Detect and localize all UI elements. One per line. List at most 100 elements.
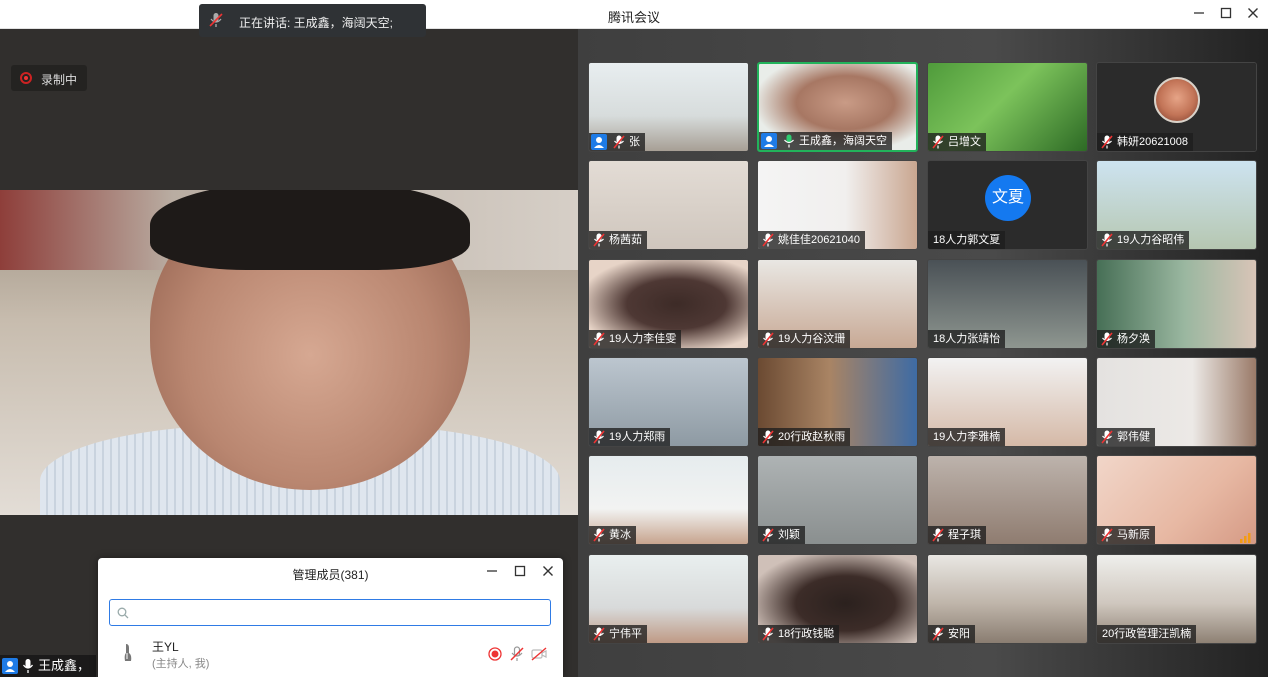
participant-tile[interactable]: 杨茜茹 [588,160,749,250]
record-icon [20,72,32,84]
mic-muted-icon [593,332,605,346]
participant-name: 18行政钱聪 [778,628,835,640]
member-name: 王YL [152,640,179,654]
participant-tile[interactable]: 张 [588,62,749,152]
participant-tile[interactable]: 19人力李雅楠 [927,357,1088,447]
participant-name: 杨夕涣 [1117,333,1150,345]
participant-tile[interactable]: 19人力李佳雯 [588,259,749,349]
participant-label: 18人力郭文夏 [928,231,1006,249]
participant-tile[interactable]: 王成鑫，海阔天空 [757,62,918,152]
member-role: (主持人, 我) [152,658,210,670]
participant-label: 黄冰 [589,526,636,544]
participant-tile[interactable]: 19人力郑雨 [588,357,749,447]
mic-muted-icon [1101,135,1113,149]
mic-muted-icon [593,627,605,641]
participant-label: 20行政赵秋雨 [758,428,851,446]
speaking-banner: 正在讲话: 王成鑫，海阔天空; [199,4,426,37]
mic-muted-icon [932,627,944,641]
main-nameplate: 王成鑫， [0,655,97,677]
participant-label: 19人力谷昭伟 [1097,231,1190,249]
maximize-icon [514,565,526,577]
participant-tile[interactable]: 18行政钱聪 [757,554,918,644]
title-bar: 腾讯会议 [0,0,1268,29]
close-icon [543,566,553,576]
panel-maximize-button[interactable] [510,562,530,582]
participant-label: 安阳 [928,625,975,643]
participant-tile[interactable]: 20行政赵秋雨 [757,357,918,447]
member-row[interactable]: 王YL (主持人, 我) [98,634,563,674]
participant-label: 韩妍20621008 [1097,133,1193,151]
mic-muted-icon [208,12,224,28]
participant-name: 安阳 [948,628,970,640]
participant-name: 郭伟健 [1117,431,1150,443]
participant-label: 18行政钱聪 [758,625,840,643]
participant-tile[interactable]: 文夏 18人力郭文夏 [927,160,1088,250]
close-icon [1248,8,1258,18]
participant-tile[interactable]: 韩妍20621008 [1096,62,1257,152]
speaking-text: 正在讲话: 王成鑫，海阔天空; [239,16,394,30]
minimize-icon [487,570,497,572]
participant-name: 杨茜茹 [609,234,642,246]
participant-name: 20行政管理汪凯楠 [1102,628,1192,640]
participant-tile[interactable]: 20行政管理汪凯楠 [1096,554,1257,644]
maximize-icon [1220,7,1232,19]
recording-indicator[interactable]: 录制中 [11,65,87,91]
camera-off-icon[interactable] [531,646,547,662]
participant-name: 吕增文 [948,136,981,148]
participant-tile[interactable]: 郭伟健 [1096,357,1257,447]
participant-gallery: 张 王成鑫，海阔天空 吕增文 韩妍20621008 杨茜茹 姚佳佳20621040 文夏 18… [578,29,1268,677]
mic-muted-icon [762,332,774,346]
video-hair [150,190,470,270]
main-video[interactable] [0,190,578,515]
member-search-input[interactable] [109,599,551,626]
participant-tile[interactable]: 姚佳佳20621040 [757,160,918,250]
participant-name: 19人力谷昭伟 [1117,234,1185,246]
participant-tile[interactable]: 黄冰 [588,455,749,545]
host-badge-icon [2,658,18,674]
mic-muted-icon [1101,528,1113,542]
participant-tile[interactable]: 程子琪 [927,455,1088,545]
participant-name: 姚佳佳20621040 [778,234,860,246]
search-icon [117,606,129,619]
mic-muted-icon [762,233,774,247]
participant-tile[interactable]: 18人力张靖怡 [927,259,1088,349]
panel-close-button[interactable] [538,562,558,582]
participant-label: 杨夕涣 [1097,330,1155,348]
signal-bars-icon [1240,530,1252,543]
participant-name: 刘颖 [778,529,800,541]
participant-name: 19人力李雅楠 [933,431,1001,443]
participant-name: 19人力谷汶珊 [778,333,846,345]
participant-label: 20行政管理汪凯楠 [1097,625,1197,643]
participant-name: 18人力郭文夏 [933,234,1001,246]
participant-tile[interactable]: 安阳 [927,554,1088,644]
mic-on-icon [22,658,34,674]
mic-muted-icon [762,528,774,542]
mic-muted-icon [932,528,944,542]
participant-tile[interactable]: 刘颖 [757,455,918,545]
mic-muted-icon [762,430,774,444]
participant-label: 宁伟平 [589,625,647,643]
maximize-button[interactable] [1214,4,1238,26]
participant-label: 杨茜茹 [589,231,647,249]
participant-tile[interactable]: 吕增文 [927,62,1088,152]
participant-avatar-photo [1154,77,1200,123]
participant-tile[interactable]: 宁伟平 [588,554,749,644]
mic-muted-icon [1101,233,1113,247]
participant-avatar: 文夏 [985,175,1031,221]
minimize-button[interactable] [1187,4,1211,26]
panel-minimize-button[interactable] [482,562,502,582]
record-icon[interactable] [487,646,503,662]
participant-name: 宁伟平 [609,628,642,640]
window-title: 腾讯会议 [607,10,660,25]
participant-tile[interactable]: 19人力谷昭伟 [1096,160,1257,250]
mic-on-icon [783,134,795,148]
participant-name: 韩妍20621008 [1117,136,1188,148]
participant-label: 姚佳佳20621040 [758,231,865,249]
recording-label: 录制中 [41,73,78,87]
participant-label: 19人力李佳雯 [589,330,682,348]
participant-tile[interactable]: 杨夕涣 [1096,259,1257,349]
mic-muted-icon[interactable] [509,646,525,662]
participant-tile[interactable]: 19人力谷汶珊 [757,259,918,349]
participant-tile[interactable]: 马新原 [1096,455,1257,545]
close-button[interactable] [1241,4,1265,26]
